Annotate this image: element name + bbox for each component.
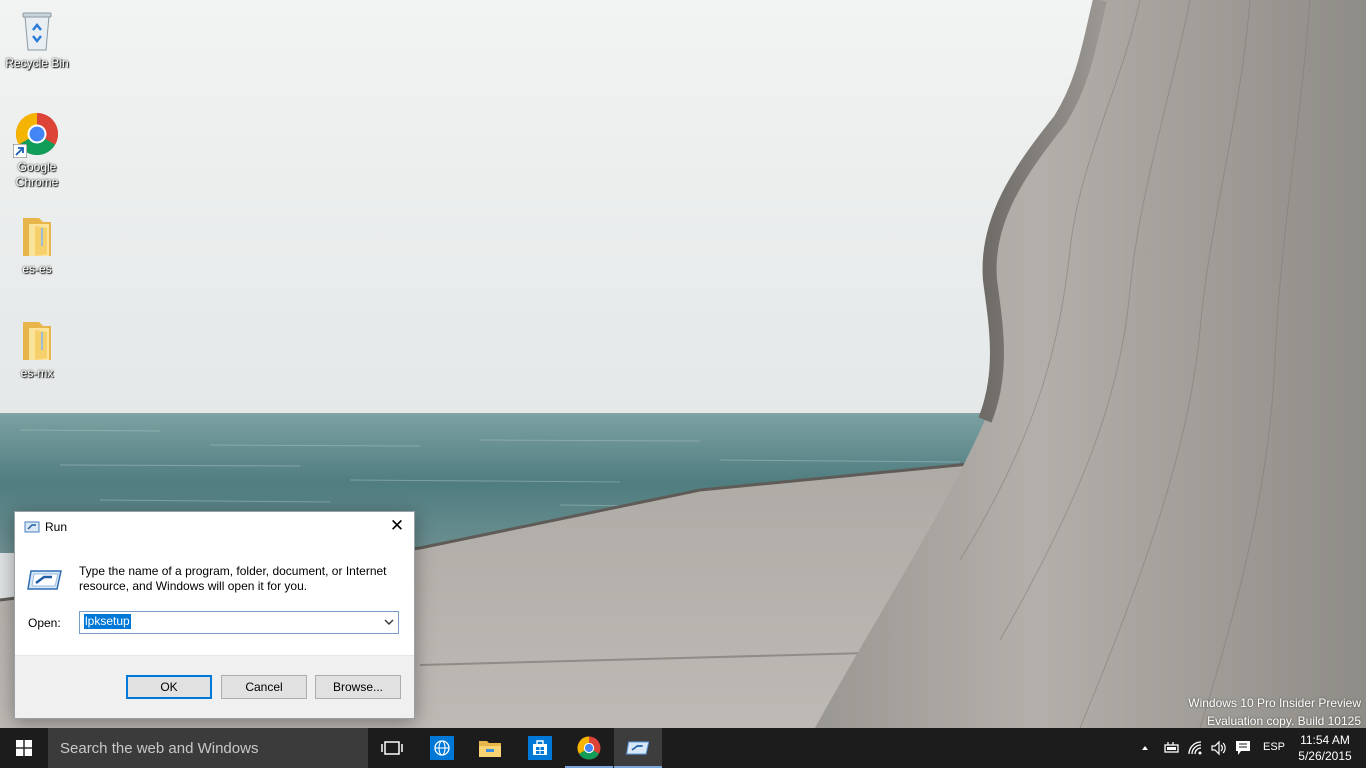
- power-plug-icon: [1164, 742, 1179, 753]
- wifi-icon: [1188, 741, 1202, 755]
- folder-icon: [15, 214, 59, 258]
- taskbar-app-file-explorer[interactable]: [466, 728, 514, 768]
- shortcut-arrow-icon: [13, 144, 27, 158]
- run-dialog: Run ✕ Type the name of a program, folder…: [14, 511, 415, 719]
- close-button[interactable]: ✕: [380, 512, 414, 540]
- run-icon: [24, 521, 40, 533]
- evaluation-watermark: Windows 10 Pro Insider Preview Evaluatio…: [1188, 694, 1361, 730]
- clock-date: 5/26/2015: [1298, 749, 1352, 763]
- taskbar-app-run[interactable]: [614, 728, 662, 768]
- chevron-down-icon[interactable]: [383, 616, 395, 628]
- network-tray-button[interactable]: [1185, 728, 1207, 768]
- run-icon: [626, 741, 650, 755]
- input-language-indicator[interactable]: ESP: [1263, 741, 1285, 753]
- show-hidden-icons-button[interactable]: [1138, 728, 1152, 768]
- run-program-icon: [27, 570, 62, 590]
- chevron-up-icon: [1142, 746, 1148, 750]
- desktop-icon-google-chrome[interactable]: Google Chrome: [4, 112, 70, 190]
- task-view-icon: [381, 741, 403, 755]
- close-icon: ✕: [389, 516, 405, 535]
- folder-icon: [479, 741, 501, 757]
- speaker-icon: [1211, 740, 1226, 756]
- power-tray-button[interactable]: [1160, 728, 1182, 768]
- desktop-icon-label: Google Chrome: [15, 160, 59, 189]
- taskbar-app-internet-explorer[interactable]: [418, 728, 466, 768]
- search-placeholder: Search the web and Windows: [60, 740, 259, 757]
- task-view-button[interactable]: [368, 728, 416, 768]
- run-title-bar[interactable]: Run ✕: [15, 512, 414, 542]
- desktop-icon-label: Recycle Bin: [5, 56, 69, 70]
- notifications-tray-button[interactable]: [1232, 728, 1254, 768]
- desktop-icon-es-es[interactable]: es-es: [4, 214, 70, 277]
- desktop-icon-es-mx[interactable]: es-mx: [4, 318, 70, 381]
- run-dialog-description: Type the name of a program, folder, docu…: [79, 564, 387, 593]
- search-input[interactable]: Search the web and Windows: [48, 728, 368, 768]
- desktop-icon-label: es-mx: [20, 366, 54, 380]
- open-combobox[interactable]: lpksetup: [79, 611, 399, 634]
- clock-time: 11:54 AM: [1300, 733, 1350, 747]
- cancel-button[interactable]: Cancel: [221, 675, 307, 699]
- browse-button[interactable]: Browse...: [315, 675, 401, 699]
- action-center-icon: [1236, 741, 1250, 755]
- taskbar-app-google-chrome[interactable]: [565, 728, 613, 768]
- start-button[interactable]: [0, 728, 48, 768]
- run-dialog-title: Run: [45, 520, 68, 534]
- desktop-icon-recycle-bin[interactable]: Recycle Bin: [4, 8, 70, 71]
- run-dialog-footer: OK Cancel Browse...: [15, 655, 414, 718]
- desktop-icon-label: es-es: [22, 262, 52, 276]
- open-input-value[interactable]: lpksetup: [84, 614, 131, 629]
- ok-button[interactable]: OK: [126, 675, 212, 699]
- folder-icon: [15, 318, 59, 362]
- taskbar-app-store[interactable]: [516, 728, 564, 768]
- clock[interactable]: 11:54 AM 5/26/2015: [1290, 732, 1360, 764]
- chrome-icon: [13, 112, 59, 158]
- windows-logo-icon: [16, 740, 32, 756]
- watermark-line-1: Windows 10 Pro Insider Preview: [1188, 696, 1361, 710]
- store-icon: [528, 736, 552, 760]
- chrome-icon: [577, 736, 601, 760]
- recycle-bin-icon: [15, 8, 59, 52]
- open-label: Open:: [28, 616, 61, 630]
- globe-icon: [430, 736, 454, 760]
- volume-tray-button[interactable]: [1208, 728, 1230, 768]
- taskbar: Search the web and Windows ESP 11:54 AM …: [0, 728, 1366, 768]
